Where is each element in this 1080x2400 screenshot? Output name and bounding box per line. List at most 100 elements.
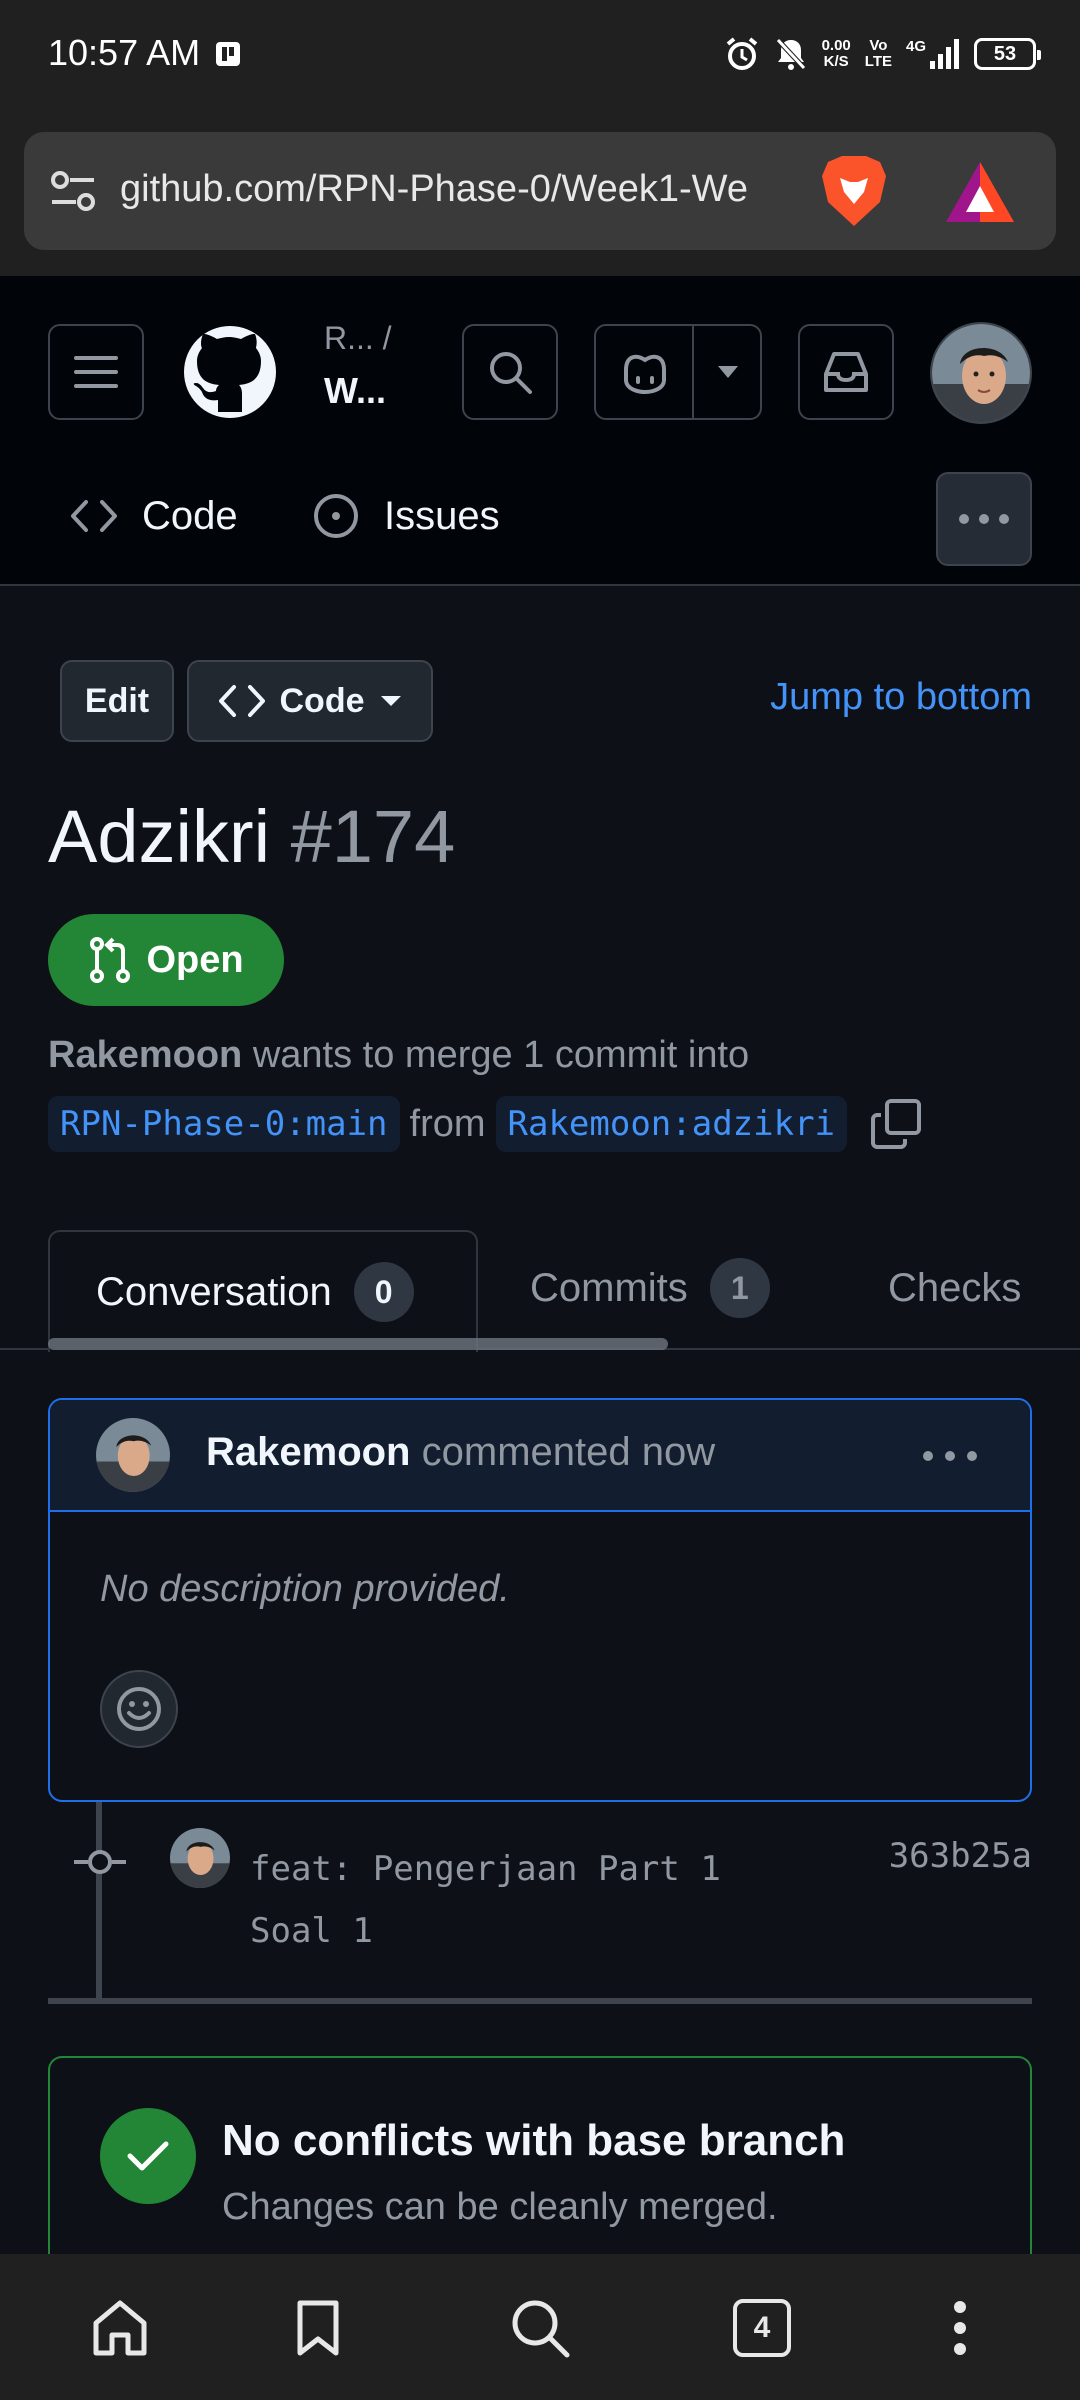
home-icon	[93, 2300, 147, 2356]
commit-sha-link[interactable]: 363b25a	[889, 1838, 1032, 1874]
avatar-photo-icon	[932, 324, 1030, 422]
merge-summary-text: wants to merge 1 commit into	[252, 1034, 750, 1076]
url-text[interactable]: github.com/RPN-Phase-0/Week1-We	[120, 168, 810, 211]
comment-meta: Rakemoon commented now	[206, 1430, 715, 1475]
copilot-split-divider	[692, 326, 694, 418]
page-title: Adzikri #174	[48, 794, 455, 879]
pull-request-icon	[90, 937, 131, 983]
tab-conversation[interactable]: Conversation 0	[48, 1230, 478, 1352]
tab-checks-label: Checks	[888, 1265, 1022, 1310]
battery-indicator: 53	[974, 38, 1041, 70]
hamburger-icon	[74, 356, 118, 388]
tab-commits-count: 1	[709, 1258, 770, 1318]
branch-info: RPN-Phase-0:main from Rakemoon:adzikri	[48, 1092, 923, 1156]
status-bar: 10:57 AM 0.00 K/S Vo LTE 4G 53	[0, 0, 1080, 108]
comment-author-avatar[interactable]	[96, 1418, 170, 1492]
github-header: R... / W... Code Issues	[0, 276, 1080, 586]
code-dropdown-button[interactable]: Code	[187, 660, 433, 742]
issue-opened-icon	[314, 494, 358, 538]
search-icon	[512, 2300, 570, 2358]
comment-author-link[interactable]: Rakemoon	[206, 1430, 411, 1474]
copilot-icon	[624, 354, 666, 394]
breadcrumb-owner[interactable]: R... /	[324, 320, 392, 357]
commit-message-link[interactable]: feat: Pengerjaan Part 1 Soal 1	[250, 1838, 721, 1962]
address-bar[interactable]: github.com/RPN-Phase-0/Week1-We	[24, 132, 1056, 250]
from-label: from	[409, 1102, 486, 1145]
repo-nav-code-label: Code	[142, 493, 238, 538]
bookmark-icon	[297, 2300, 339, 2356]
comment-action-text: commented now	[421, 1430, 716, 1474]
pr-title-text: Adzikri	[48, 795, 271, 878]
alarm-icon	[726, 37, 757, 70]
add-reaction-button[interactable]	[100, 1670, 178, 1748]
jump-to-bottom-link[interactable]: Jump to bottom	[770, 676, 1032, 719]
github-logo-icon[interactable]	[182, 324, 278, 420]
merge-status-subtitle: Changes can be cleanly merged.	[222, 2186, 778, 2228]
tab-count-badge: 4	[733, 2299, 791, 2357]
copilot-button[interactable]	[594, 324, 762, 420]
merge-summary: Rakemoon wants to merge 1 commit into	[48, 1034, 749, 1077]
bat-rewards-icon[interactable]	[944, 160, 1016, 224]
repo-nav-issues[interactable]: Issues	[312, 488, 500, 544]
copy-icon[interactable]	[869, 1097, 923, 1151]
search-button[interactable]	[462, 324, 558, 420]
network-speed: 0.00 K/S	[821, 37, 851, 70]
base-branch-label[interactable]: RPN-Phase-0:main	[48, 1096, 400, 1152]
more-nav-button[interactable]	[936, 472, 1032, 566]
avatar-photo-icon	[170, 1828, 230, 1888]
repo-nav-issues-label: Issues	[384, 493, 500, 538]
smiley-icon	[117, 1687, 161, 1731]
code-icon	[218, 685, 265, 717]
signal-icon: 4G	[906, 39, 960, 69]
commit-author-avatar[interactable]	[170, 1828, 230, 1888]
timeline-line	[96, 1802, 102, 2004]
kebab-vertical-icon	[954, 2301, 966, 2355]
edit-button[interactable]: Edit	[60, 660, 174, 742]
status-badge: Open	[48, 914, 284, 1006]
tab-checks[interactable]: Checks	[888, 1230, 1021, 1346]
inbox-button[interactable]	[798, 324, 894, 420]
code-icon	[71, 500, 117, 532]
inbox-icon	[824, 352, 868, 392]
kebab-horizontal-icon[interactable]	[920, 1436, 980, 1476]
breadcrumb-repo[interactable]: W...	[324, 370, 386, 412]
bookmarks-button[interactable]	[284, 2294, 352, 2362]
kebab-horizontal-icon	[959, 514, 1009, 524]
chevron-down-icon	[380, 696, 401, 706]
browser-toolbar: github.com/RPN-Phase-0/Week1-We	[0, 108, 1080, 276]
tab-conversation-count: 0	[353, 1262, 414, 1322]
timeline-divider	[48, 1998, 1032, 2004]
search-icon	[490, 352, 532, 394]
bell-muted-icon	[775, 38, 806, 70]
comment-header: Rakemoon commented now	[50, 1400, 1030, 1512]
merge-status-box: No conflicts with base branch Changes ca…	[48, 2056, 1032, 2256]
brave-shields-icon[interactable]	[814, 152, 894, 230]
tab-commits[interactable]: Commits 1	[530, 1230, 770, 1346]
home-button[interactable]	[86, 2294, 154, 2362]
chevron-down-icon[interactable]	[716, 364, 740, 380]
tabs-scrollbar[interactable]	[48, 1338, 668, 1350]
tab-conversation-label: Conversation	[96, 1269, 332, 1314]
edit-button-label: Edit	[84, 681, 150, 720]
tabs-button[interactable]: 4	[728, 2294, 796, 2362]
menu-button[interactable]	[48, 324, 144, 420]
merge-status-indicator	[100, 2108, 196, 2204]
head-branch-label[interactable]: Rakemoon:adzikri	[495, 1096, 848, 1152]
pr-description-comment: Rakemoon commented now No description pr…	[48, 1398, 1032, 1802]
status-time: 10:57 AM	[48, 32, 201, 73]
repo-nav-code[interactable]: Code	[70, 488, 238, 544]
code-button-label: Code	[279, 681, 365, 720]
site-settings-icon[interactable]	[50, 168, 96, 214]
search-button-bottom[interactable]	[506, 2294, 574, 2362]
git-commit-icon	[74, 1850, 126, 1874]
merge-status-title: No conflicts with base branch	[222, 2116, 846, 2165]
volte-indicator: Vo LTE	[864, 37, 892, 70]
browser-menu-button[interactable]	[926, 2294, 994, 2362]
tab-commits-label: Commits	[530, 1265, 688, 1310]
status-badge-label: Open	[146, 938, 244, 981]
notification-app-icon	[216, 42, 240, 66]
comment-body: No description provided.	[100, 1568, 510, 1610]
user-avatar[interactable]	[930, 322, 1032, 424]
pr-tabs: Conversation 0 Commits 1 Checks	[0, 1228, 1080, 1352]
pr-author-link[interactable]: Rakemoon	[48, 1034, 242, 1076]
